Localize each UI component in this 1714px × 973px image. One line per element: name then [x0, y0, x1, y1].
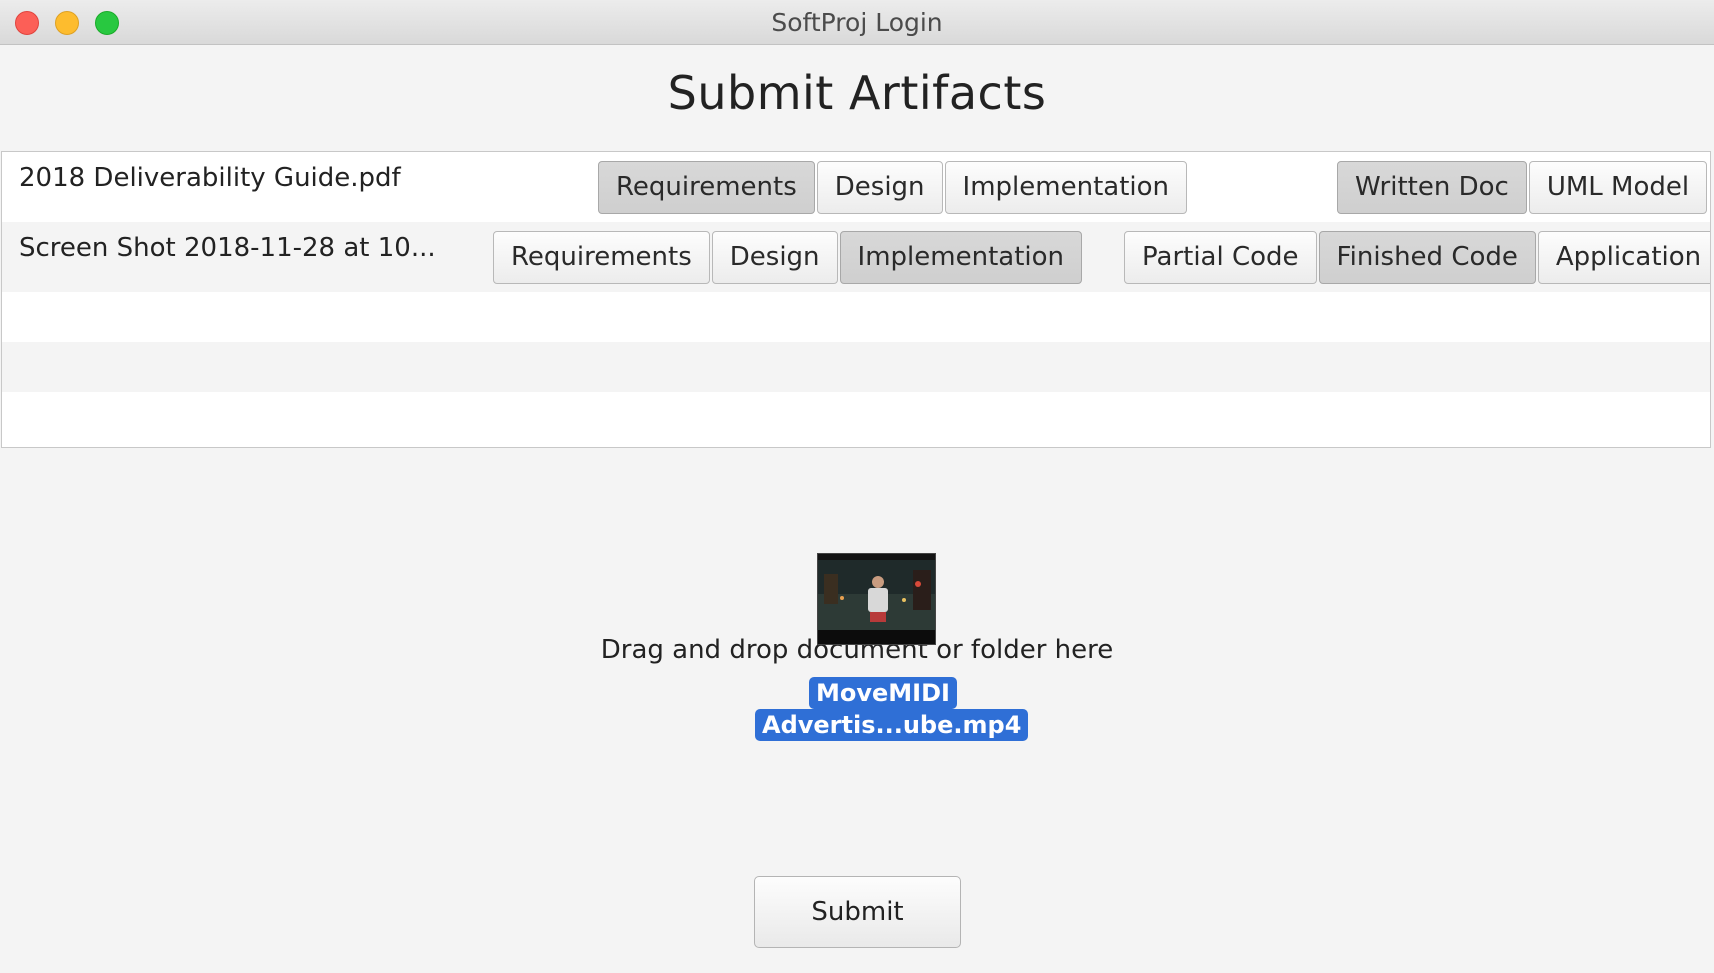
phase-toggle-group: Requirements Design Implementation: [598, 161, 1187, 214]
empty-table-row: [2, 342, 1710, 392]
artifact-row: 2018 Deliverability Guide.pdf Requiremen…: [2, 152, 1710, 222]
type-toggle-group: Written Doc UML Model: [1337, 161, 1708, 214]
type-uml-model-toggle[interactable]: UML Model: [1528, 161, 1708, 214]
phase-design-toggle[interactable]: Design: [816, 161, 943, 214]
phase-implementation-toggle[interactable]: Implementation: [944, 161, 1187, 214]
artifact-row: Screen Shot 2018-11-28 at 10... Requirem…: [2, 222, 1710, 292]
type-application-toggle[interactable]: Application: [1537, 231, 1710, 284]
empty-table-row: [2, 292, 1710, 342]
phase-toggle-group: Requirements Design Implementation: [493, 231, 1082, 284]
empty-table-row: [2, 392, 1710, 442]
phase-design-toggle[interactable]: Design: [711, 231, 838, 284]
phase-requirements-toggle[interactable]: Requirements: [598, 161, 815, 214]
phase-requirements-toggle[interactable]: Requirements: [493, 231, 710, 284]
type-written-doc-toggle[interactable]: Written Doc: [1337, 161, 1527, 214]
drop-zone[interactable]: Drag and drop document or folder here Mo…: [0, 450, 1714, 850]
app-window: SoftProj Login Submit Artifacts 2018 Del…: [0, 0, 1714, 973]
artifact-file-name: Screen Shot 2018-11-28 at 10...: [19, 233, 436, 263]
dragged-item-name: MoveMIDI: [809, 677, 957, 709]
type-finished-code-toggle[interactable]: Finished Code: [1318, 231, 1536, 284]
artifact-table: 2018 Deliverability Guide.pdf Requiremen…: [1, 151, 1711, 448]
type-toggle-group: Partial Code Finished Code Application: [1124, 231, 1710, 284]
title-bar[interactable]: SoftProj Login: [0, 0, 1714, 45]
dragged-item-name: Advertis...ube.mp4: [755, 709, 1029, 741]
submit-button[interactable]: Submit: [754, 876, 961, 948]
phase-implementation-toggle[interactable]: Implementation: [839, 231, 1082, 284]
artifact-file-name: 2018 Deliverability Guide.pdf: [19, 163, 401, 193]
page-title: Submit Artifacts: [667, 66, 1047, 120]
window-title: SoftProj Login: [771, 8, 943, 37]
type-partial-code-toggle[interactable]: Partial Code: [1124, 231, 1317, 284]
dragged-file-thumbnail: [817, 553, 936, 645]
